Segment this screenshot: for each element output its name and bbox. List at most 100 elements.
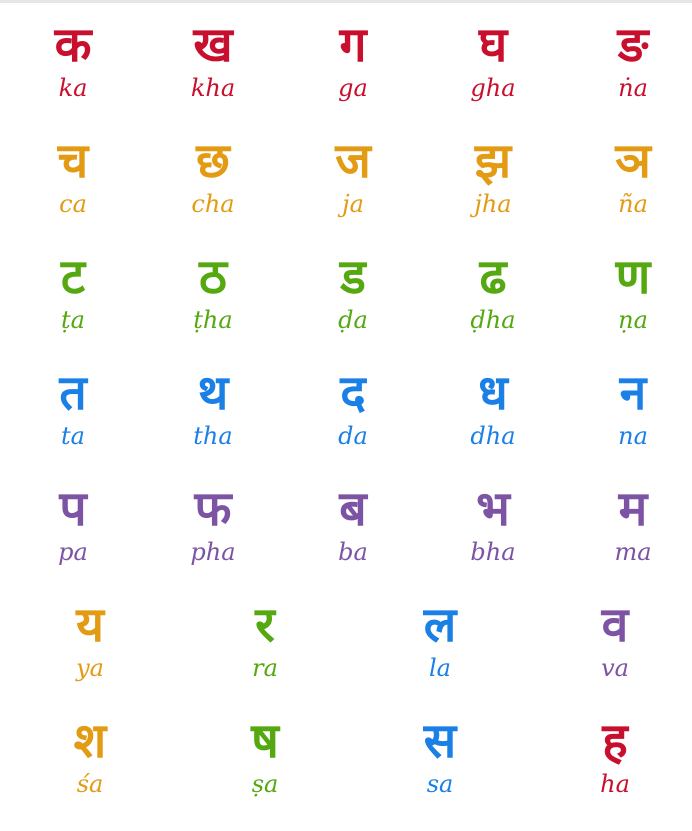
devanagari-letter: ढ xyxy=(479,249,507,305)
letter-cell: ध dha xyxy=(438,362,548,478)
letter-cell: ल la xyxy=(385,594,495,710)
letter-cell: र ra xyxy=(210,594,320,710)
devanagari-letter: श xyxy=(73,713,107,769)
letter-cell: क ka xyxy=(18,14,128,130)
transliteration: śa xyxy=(76,770,104,798)
devanagari-letter: त xyxy=(59,365,87,421)
row-semivowels: य ya र ra ल la व va xyxy=(0,594,692,710)
letter-cell: ब ba xyxy=(298,478,408,594)
devanagari-letter: भ xyxy=(476,481,510,537)
devanagari-letter: स xyxy=(423,713,457,769)
letter-cell: च ca xyxy=(18,130,128,246)
transliteration: ṣa xyxy=(251,770,279,798)
devanagari-letter: म xyxy=(618,481,648,537)
devanagari-letter: न xyxy=(619,365,647,421)
letter-cell: थ tha xyxy=(158,362,268,478)
transliteration: la xyxy=(429,654,451,682)
transliteration: jha xyxy=(474,190,512,218)
letter-cell: छ cha xyxy=(158,130,268,246)
top-divider xyxy=(0,0,692,3)
transliteration: ca xyxy=(59,190,87,218)
transliteration: ṭha xyxy=(193,306,233,334)
transliteration: pha xyxy=(190,538,236,566)
transliteration: pa xyxy=(58,538,88,566)
devanagari-letter: झ xyxy=(474,133,512,189)
devanagari-letter: फ xyxy=(194,481,232,537)
letter-cell: ग ga xyxy=(298,14,408,130)
row-sibilants: श śa ष ṣa स sa ह ha xyxy=(0,710,692,826)
letter-cell: ठ ṭha xyxy=(158,246,268,362)
transliteration: ma xyxy=(614,538,652,566)
row-retroflexes: ट ṭa ठ ṭha ड ḍa ढ ḍha ण ṇa xyxy=(0,246,692,362)
letter-cell: घ gha xyxy=(438,14,548,130)
letter-cell: म ma xyxy=(578,478,688,594)
transliteration: dha xyxy=(470,422,516,450)
letter-cell: व va xyxy=(560,594,670,710)
row-labials: प pa फ pha ब ba भ bha म ma xyxy=(0,478,692,594)
transliteration: cha xyxy=(191,190,235,218)
devanagari-letter: ञ xyxy=(615,133,651,189)
letter-cell: ख kha xyxy=(158,14,268,130)
devanagari-letter: ख xyxy=(193,17,233,73)
devanagari-letter: ङ xyxy=(617,17,649,73)
transliteration: sa xyxy=(426,770,454,798)
devanagari-letter: प xyxy=(59,481,87,537)
letter-cell: द da xyxy=(298,362,408,478)
transliteration: da xyxy=(338,422,368,450)
transliteration: ṭa xyxy=(61,306,85,334)
transliteration: ja xyxy=(342,190,364,218)
letter-cell: न na xyxy=(578,362,688,478)
devanagari-letter: ह xyxy=(602,713,628,769)
letter-cell: ज ja xyxy=(298,130,408,246)
letter-cell: ढ ḍha xyxy=(438,246,548,362)
transliteration: ga xyxy=(338,74,368,102)
devanagari-letter: ल xyxy=(423,597,457,653)
transliteration: bha xyxy=(470,538,516,566)
devanagari-letter: ट xyxy=(60,249,86,305)
transliteration: na xyxy=(618,422,648,450)
devanagari-letter: ध xyxy=(478,365,508,421)
transliteration: ka xyxy=(58,74,88,102)
devanagari-letter: ब xyxy=(339,481,367,537)
devanagari-letter: छ xyxy=(196,133,230,189)
letter-cell: त ta xyxy=(18,362,128,478)
transliteration: ya xyxy=(76,654,104,682)
letter-cell: भ bha xyxy=(438,478,548,594)
devanagari-letter: व xyxy=(601,597,629,653)
devanagari-letter: ण xyxy=(615,249,651,305)
transliteration: kha xyxy=(190,74,236,102)
letter-cell: ङ ṅa xyxy=(578,14,688,130)
transliteration: ta xyxy=(61,422,85,450)
letter-cell: ट ṭa xyxy=(18,246,128,362)
letter-cell: ण ṇa xyxy=(578,246,688,362)
letter-cell: झ jha xyxy=(438,130,548,246)
transliteration: ña xyxy=(618,190,648,218)
devanagari-letter: य xyxy=(76,597,104,653)
transliteration: va xyxy=(601,654,629,682)
devanagari-letter: ज xyxy=(335,133,371,189)
letter-cell: श śa xyxy=(35,710,145,826)
devanagari-letter: र xyxy=(255,597,275,653)
transliteration: ḍha xyxy=(470,306,516,334)
letter-cell: ञ ña xyxy=(578,130,688,246)
letter-cell: प pa xyxy=(18,478,128,594)
devanagari-letter: थ xyxy=(197,365,229,421)
devanagari-letter: क xyxy=(54,17,92,73)
transliteration: ḍa xyxy=(338,306,368,334)
transliteration: gha xyxy=(470,74,516,102)
row-gutturals: क ka ख kha ग ga घ gha ङ ṅa xyxy=(0,14,692,130)
transliteration: tha xyxy=(193,422,233,450)
devanagari-letter: ष xyxy=(251,713,279,769)
letter-cell: स sa xyxy=(385,710,495,826)
transliteration: ṅa xyxy=(618,74,648,102)
letter-cell: ह ha xyxy=(560,710,670,826)
row-dentals: त ta थ tha द da ध dha न na xyxy=(0,362,692,478)
devanagari-letter: द xyxy=(340,365,366,421)
row-palatals: च ca छ cha ज ja झ jha ञ ña xyxy=(0,130,692,246)
devanagari-letter: च xyxy=(57,133,89,189)
devanagari-letter: ड xyxy=(340,249,366,305)
transliteration: ha xyxy=(600,770,630,798)
letter-cell: य ya xyxy=(35,594,145,710)
letter-cell: ष ṣa xyxy=(210,710,320,826)
letter-cell: फ pha xyxy=(158,478,268,594)
